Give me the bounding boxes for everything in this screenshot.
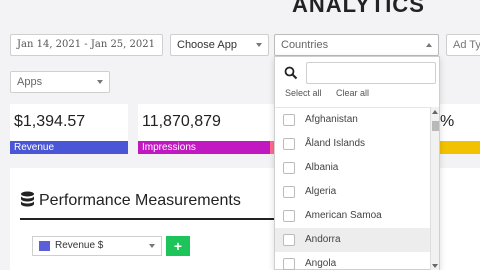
chevron-down-icon xyxy=(97,80,103,84)
add-metric-button[interactable]: + xyxy=(166,236,190,256)
percent-card: % xyxy=(436,104,480,154)
country-list: Afghanistan Åland Islands Albania Algeri… xyxy=(275,107,431,270)
checkbox[interactable] xyxy=(283,186,295,198)
search-icon xyxy=(284,66,298,80)
country-label: American Samoa xyxy=(305,210,382,221)
revenue-label: Revenue xyxy=(10,141,128,154)
revenue-card: $1,394.57 Revenue xyxy=(10,104,128,154)
metric-select-label: Revenue $ xyxy=(55,240,104,251)
impressions-card: 11,870,879 Impressions xyxy=(138,104,274,154)
country-label: Afghanistan xyxy=(305,114,358,125)
metric-select[interactable]: Revenue $ xyxy=(32,236,162,256)
performance-title: Performance Measurements xyxy=(20,191,241,210)
checkbox[interactable] xyxy=(283,114,295,126)
checkbox[interactable] xyxy=(283,258,295,270)
country-option[interactable]: American Samoa xyxy=(275,204,431,228)
scroll-up-icon[interactable] xyxy=(432,110,438,114)
metric-color-swatch xyxy=(39,241,50,251)
impressions-value: 11,870,879 xyxy=(142,113,221,130)
clear-all-link[interactable]: Clear all xyxy=(336,88,369,98)
country-option[interactable]: Albania xyxy=(275,156,431,180)
select-all-link[interactable]: Select all xyxy=(285,88,322,98)
choose-app-select[interactable]: Choose App xyxy=(170,34,269,56)
ad-type-select[interactable]: Ad Typ xyxy=(446,34,480,56)
country-label: Åland Islands xyxy=(305,138,366,149)
checkbox[interactable] xyxy=(283,162,295,174)
choose-app-label: Choose App xyxy=(177,39,237,51)
checkbox[interactable] xyxy=(283,234,295,246)
revenue-value: $1,394.57 xyxy=(14,113,86,130)
date-range-input[interactable]: Jan 14, 2021 - Jan 25, 2021 xyxy=(10,34,163,56)
country-option[interactable]: Algeria xyxy=(275,180,431,204)
database-icon xyxy=(21,191,34,207)
chevron-up-icon xyxy=(426,43,432,47)
title-underline xyxy=(20,218,276,220)
checkbox[interactable] xyxy=(283,138,295,150)
dropdown-scrollbar[interactable] xyxy=(430,107,439,270)
percent-label xyxy=(436,141,480,154)
countries-dropdown: Select all Clear all Afghanistan Åland I… xyxy=(274,56,440,270)
country-option[interactable]: Andorra xyxy=(275,228,431,252)
chevron-down-icon xyxy=(256,43,262,47)
impressions-label: Impressions xyxy=(138,141,274,154)
apps-label: Apps xyxy=(17,76,43,88)
country-option[interactable]: Åland Islands xyxy=(275,132,431,156)
countries-select[interactable]: Countries xyxy=(274,34,439,56)
country-label: Angola xyxy=(305,258,337,269)
scroll-thumb[interactable] xyxy=(432,121,439,131)
countries-label: Countries xyxy=(281,39,329,51)
scroll-down-icon[interactable] xyxy=(432,264,438,268)
country-option[interactable]: Afghanistan xyxy=(275,108,431,132)
country-search-input[interactable] xyxy=(306,62,436,84)
dropdown-actions: Select all Clear all xyxy=(285,88,381,98)
ad-type-label: Ad Typ xyxy=(453,39,480,51)
country-label: Algeria xyxy=(305,186,337,197)
country-label: Andorra xyxy=(305,234,341,245)
performance-title-text: Performance Measurements xyxy=(39,192,241,209)
country-label: Albania xyxy=(305,162,339,173)
checkbox[interactable] xyxy=(283,210,295,222)
country-option[interactable]: Angola xyxy=(275,252,431,270)
percent-value: % xyxy=(440,113,455,130)
apps-select[interactable]: Apps xyxy=(10,71,110,93)
page-title: ANALYTICS xyxy=(292,0,425,17)
chevron-down-icon xyxy=(149,244,155,248)
